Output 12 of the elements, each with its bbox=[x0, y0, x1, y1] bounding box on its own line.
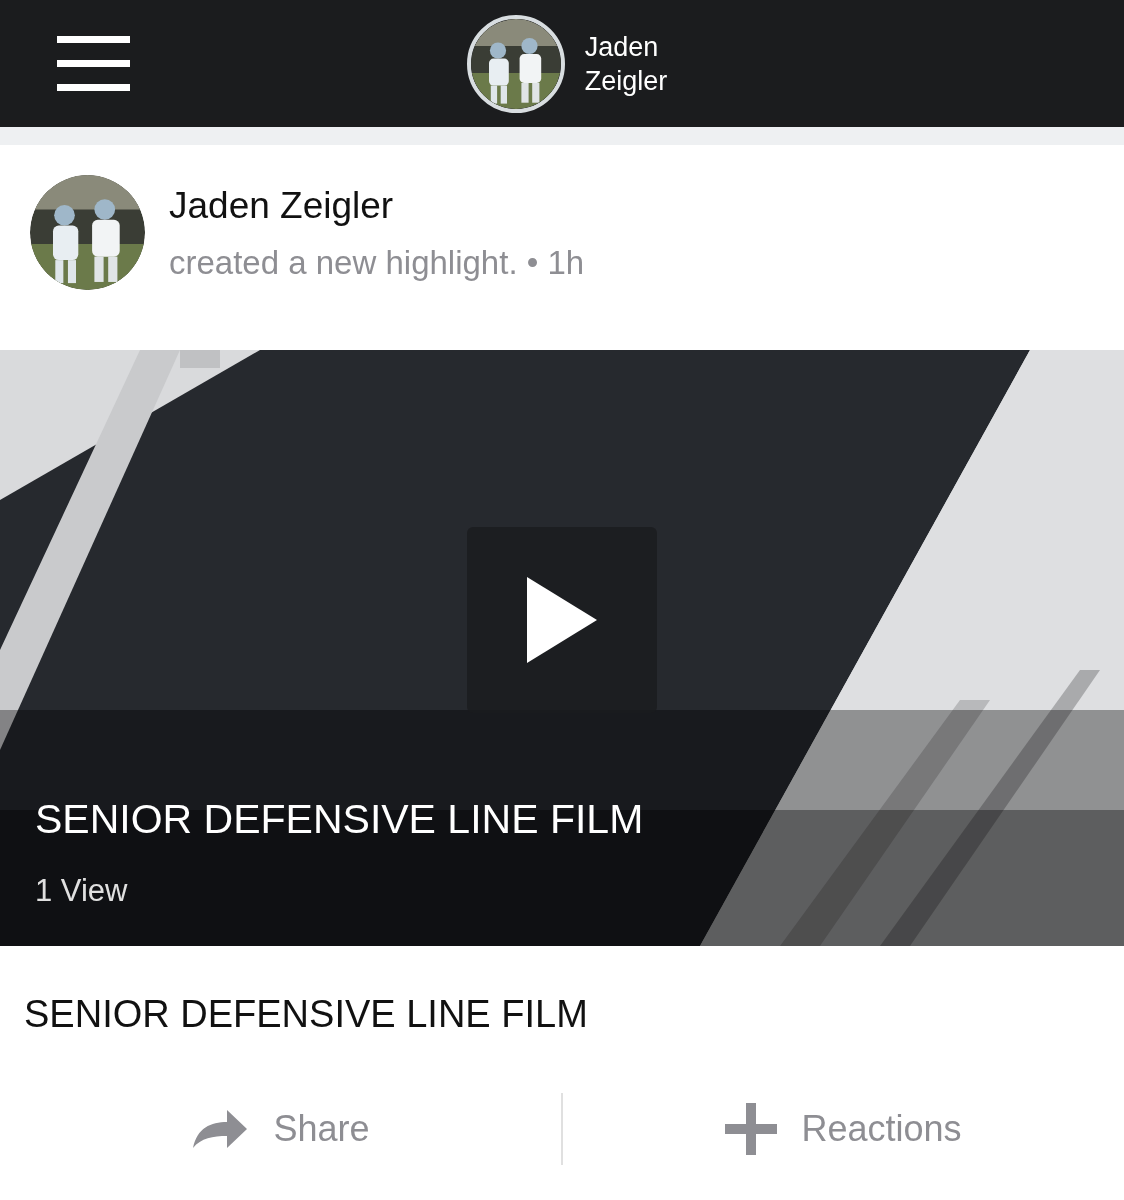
author-name: Jaden Zeigler bbox=[169, 184, 395, 228]
reactions-button[interactable]: Reactions bbox=[725, 1102, 962, 1156]
activity-text: created a new highlight. • 1h bbox=[169, 242, 585, 283]
video-title: SENIOR DEFENSIVE LINE FILM bbox=[35, 795, 644, 844]
play-icon bbox=[527, 577, 597, 663]
menu-icon[interactable] bbox=[57, 36, 130, 91]
view-count: 1 View bbox=[35, 872, 129, 910]
post-caption: SENIOR DEFENSIVE LINE FILM bbox=[23, 992, 589, 1037]
share-button[interactable]: Share bbox=[191, 1102, 370, 1156]
play-button[interactable] bbox=[467, 527, 657, 713]
user-name: Jaden Zeigler bbox=[584, 30, 668, 98]
plus-icon bbox=[725, 1103, 778, 1155]
